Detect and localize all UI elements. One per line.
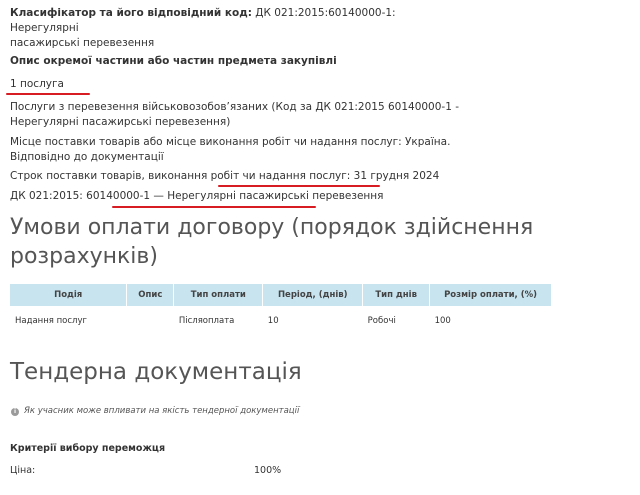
criteria-price-label: Ціна: <box>10 465 36 476</box>
classifier-value-line2: пасажирські перевезення <box>10 37 155 49</box>
payment-terms-table: Подія Опис Тип оплати Період, (днів) Тип… <box>10 284 552 336</box>
lot-description-heading: Опис окремої частини або частин предмета… <box>10 55 337 67</box>
criteria-price-value: 100% <box>254 465 282 476</box>
column-header-description: Опис <box>126 284 175 306</box>
column-header-payment-type: Тип оплати <box>173 284 264 306</box>
column-header-period: Період, (днів) <box>262 284 364 306</box>
table-header-row: Подія Опис Тип оплати Період, (днів) Тип… <box>10 284 552 306</box>
cell-description <box>127 306 174 336</box>
cell-day-type: Робочі <box>367 316 396 326</box>
classifier-label: Класифікатор та його відповідний код: <box>10 7 252 19</box>
cell-event: Надання послуг <box>15 316 87 326</box>
cell-payment-size: 100 <box>434 316 451 326</box>
lot-place-line2: Відповідно до документації <box>10 151 164 163</box>
lot-service-line1: Послуги з перевезення військовозобов’яза… <box>10 101 460 113</box>
red-underline-quantity <box>6 93 90 95</box>
column-header-day-type: Тип днів <box>362 284 431 306</box>
column-header-event: Подія <box>10 284 128 306</box>
classifier-block: Класифікатор та його відповідний код: ДК… <box>10 6 430 51</box>
lot-service-line2: Нерегулярні пасажирські перевезення) <box>10 116 231 128</box>
red-underline-term <box>218 185 380 187</box>
cell-period: 10 <box>267 316 279 326</box>
cell-payment-type: Післяоплата <box>178 316 235 326</box>
red-underline-classifier <box>112 206 316 208</box>
criteria-heading: Критерії вибору переможця <box>10 443 166 454</box>
payment-terms-heading-line2: розрахунків) <box>10 244 158 269</box>
lot-quantity: 1 послуга <box>10 78 64 90</box>
lot-term: Строк поставки товарів, виконання робіт … <box>10 170 440 182</box>
tender-docs-quality-link[interactable]: Як учасник може впливати на якість тенде… <box>24 405 299 418</box>
payment-terms-heading-line1: Умови оплати договору (порядок здійсненн… <box>10 215 534 240</box>
table-row: Надання послуг Післяоплата 10 Робочі 100 <box>10 306 552 336</box>
info-icon: i <box>11 408 19 416</box>
lot-place-line1: Місце поставки товарів або місце виконан… <box>10 136 451 148</box>
lot-classifier-code: ДК 021:2015: 60140000-1 — Нерегулярні па… <box>10 190 384 202</box>
tender-docs-heading: Тендерна документація <box>10 359 302 385</box>
column-header-payment-size: Розмір оплати, (%) <box>429 284 552 306</box>
